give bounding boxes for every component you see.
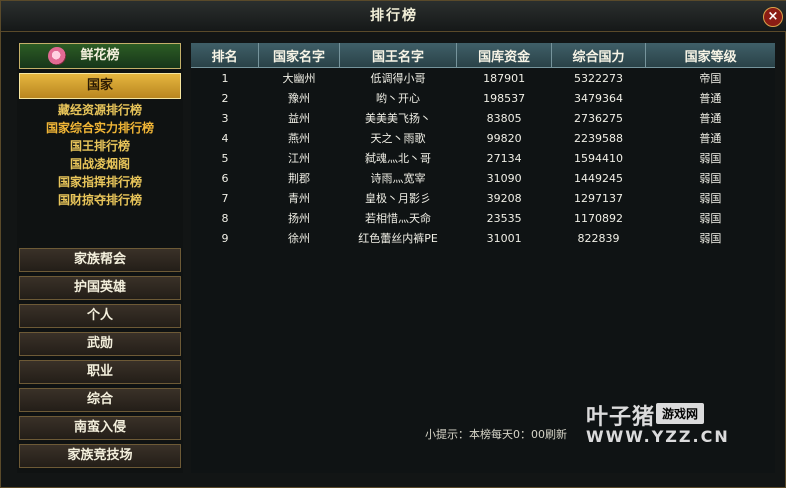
cell-level: 弱国 xyxy=(699,152,722,165)
cell-country: 扬州 xyxy=(287,212,310,225)
cell-king: 皇极丶月影彡 xyxy=(365,192,432,205)
cell-rank: 4 xyxy=(221,131,229,145)
cell-power: 2736275 xyxy=(574,111,624,125)
country-submenu: 藏经资源排行榜 国家综合实力排行榜 国王排行榜 国战凌烟阁 国家指挥排行榜 国财… xyxy=(19,101,181,209)
cell-rank: 1 xyxy=(221,71,229,85)
submenu-item-overall-strength[interactable]: 国家综合实力排行榜 xyxy=(19,119,181,137)
cell-level: 弱国 xyxy=(699,212,722,225)
sidebar-item-profession[interactable]: 职业 xyxy=(19,360,181,384)
cell-level: 帝国 xyxy=(699,72,722,85)
title-bar: 排行榜 × xyxy=(1,1,786,32)
table-row[interactable]: 5 江州 弑魂灬北丶哥 27134 1594410 弱国 xyxy=(191,148,775,168)
table-row[interactable]: 7 青州 皇极丶月影彡 39208 1297137 弱国 xyxy=(191,188,775,208)
cell-power: 1449245 xyxy=(574,171,624,185)
cell-country: 豫州 xyxy=(287,92,310,105)
sidebar-item-family-arena[interactable]: 家族竞技场 xyxy=(19,444,181,468)
sidebar-item-merit[interactable]: 武勋 xyxy=(19,332,181,356)
cell-power: 3479364 xyxy=(574,91,624,105)
close-icon[interactable]: × xyxy=(763,7,783,27)
cell-country: 燕州 xyxy=(287,132,310,145)
cell-king: 红色蕾丝内裤PE xyxy=(358,232,438,245)
cell-rank: 8 xyxy=(221,211,229,225)
sidebar: 鲜花榜 国家 藏经资源排行榜 国家综合实力排行榜 国王排行榜 国战凌烟阁 国家指… xyxy=(17,43,183,473)
cell-level: 弱国 xyxy=(699,172,722,185)
refresh-tip: 小提示：本榜每天0：00刷新 xyxy=(425,428,567,441)
cell-rank: 5 xyxy=(221,151,229,165)
cell-rank: 2 xyxy=(221,91,229,105)
submenu-item-scripture-resources[interactable]: 藏经资源排行榜 xyxy=(19,101,181,119)
watermark-tag: 游戏网 xyxy=(656,403,705,424)
ranking-table: 排名 国家名字 国王名字 国库资金 综合国力 国家等级 1 大幽州 低调得小哥 … xyxy=(191,43,775,248)
cell-treasury: 39208 xyxy=(486,191,522,205)
cell-king: 天之丶雨歌 xyxy=(370,132,426,145)
sidebar-item-label: 鲜花榜 xyxy=(80,48,120,63)
cell-country: 青州 xyxy=(287,192,310,205)
col-header-rank[interactable]: 排名 xyxy=(191,43,260,68)
cell-country: 徐州 xyxy=(287,232,310,245)
sidebar-item-country[interactable]: 国家 xyxy=(19,73,181,99)
cell-country: 益州 xyxy=(287,112,310,125)
submenu-item-command-ranking[interactable]: 国家指挥排行榜 xyxy=(19,173,181,191)
submenu-item-war-hall[interactable]: 国战凌烟阁 xyxy=(19,155,181,173)
cell-treasury: 83805 xyxy=(486,111,522,125)
col-header-country-name[interactable]: 国家名字 xyxy=(258,43,340,68)
cell-rank: 3 xyxy=(221,111,229,125)
cell-treasury: 99820 xyxy=(486,131,522,145)
watermark-url: WWW.YZZ.CN xyxy=(586,427,730,446)
cell-king: 美美美飞扬丶 xyxy=(365,112,432,125)
table-row[interactable]: 9 徐州 红色蕾丝内裤PE 31001 822839 弱国 xyxy=(191,228,775,248)
sidebar-item-family-guild[interactable]: 家族帮会 xyxy=(19,248,181,272)
cell-power: 1170892 xyxy=(574,211,624,225)
cell-power: 5322273 xyxy=(574,71,624,85)
cell-power: 822839 xyxy=(577,231,620,245)
table-row[interactable]: 3 益州 美美美飞扬丶 83805 2736275 普通 xyxy=(191,108,775,128)
cell-king: 哟丶开心 xyxy=(376,92,421,105)
table-row[interactable]: 2 豫州 哟丶开心 198537 3479364 普通 xyxy=(191,88,775,108)
table-row[interactable]: 4 燕州 天之丶雨歌 99820 2239588 普通 xyxy=(191,128,775,148)
col-header-king-name[interactable]: 国王名字 xyxy=(339,43,458,68)
cell-rank: 7 xyxy=(221,191,229,205)
cell-treasury: 31001 xyxy=(486,231,522,245)
cell-king: 低调得小哥 xyxy=(370,72,426,85)
col-header-level[interactable]: 国家等级 xyxy=(645,43,775,68)
window-title: 排行榜 xyxy=(370,8,418,24)
cell-king: 诗雨灬宽宰 xyxy=(370,172,426,185)
sidebar-item-personal[interactable]: 个人 xyxy=(19,304,181,328)
cell-level: 弱国 xyxy=(699,192,722,205)
cell-treasury: 198537 xyxy=(483,91,526,105)
cell-treasury: 23535 xyxy=(486,211,522,225)
table-row[interactable]: 1 大幽州 低调得小哥 187901 5322273 帝国 xyxy=(191,68,775,89)
submenu-item-king-ranking[interactable]: 国王排行榜 xyxy=(19,137,181,155)
cell-rank: 9 xyxy=(221,231,229,245)
cell-rank: 6 xyxy=(221,171,229,185)
submenu-item-plunder-ranking[interactable]: 国财掠夺排行榜 xyxy=(19,191,181,209)
cell-power: 1297137 xyxy=(574,191,624,205)
cell-country: 大幽州 xyxy=(282,72,316,85)
table-row[interactable]: 8 扬州 若相惜灬天命 23535 1170892 弱国 xyxy=(191,208,775,228)
col-header-treasury[interactable]: 国库资金 xyxy=(456,43,552,68)
sidebar-item-national-heroes[interactable]: 护国英雄 xyxy=(19,276,181,300)
sidebar-item-southern-invasion[interactable]: 南蛮入侵 xyxy=(19,416,181,440)
sidebar-item-overall[interactable]: 综合 xyxy=(19,388,181,412)
table-row[interactable]: 6 荆郡 诗雨灬宽宰 31090 1449245 弱国 xyxy=(191,168,775,188)
cell-power: 1594410 xyxy=(574,151,624,165)
col-header-power[interactable]: 综合国力 xyxy=(551,43,647,68)
cell-country: 江州 xyxy=(287,152,310,165)
sidebar-item-flower-ranking[interactable]: 鲜花榜 xyxy=(19,43,181,69)
cell-power: 2239588 xyxy=(574,131,624,145)
site-watermark: 叶子猪 游戏网 WWW.YZZ.CN xyxy=(586,399,766,449)
ranking-window: 排行榜 × 鲜花榜 国家 藏经资源排行榜 国家综合实力排行榜 国王排行榜 国战凌… xyxy=(0,0,786,488)
cell-treasury: 187901 xyxy=(483,71,526,85)
cell-level: 普通 xyxy=(699,112,722,125)
cell-king: 弑魂灬北丶哥 xyxy=(365,152,432,165)
cell-treasury: 31090 xyxy=(486,171,522,185)
cell-level: 弱国 xyxy=(699,232,722,245)
cell-country: 荆郡 xyxy=(287,172,310,185)
flower-icon xyxy=(48,47,66,65)
cell-king: 若相惜灬天命 xyxy=(365,212,432,225)
cell-level: 普通 xyxy=(699,92,722,105)
cell-treasury: 27134 xyxy=(486,151,522,165)
cell-level: 普通 xyxy=(699,132,722,145)
